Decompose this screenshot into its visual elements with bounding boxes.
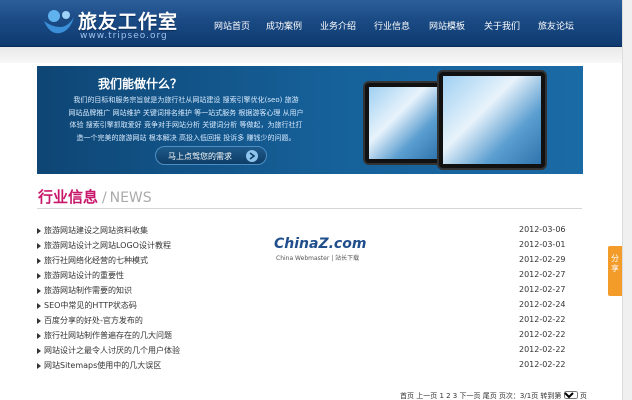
list-item[interactable]: SEO中常见的HTTP状态码 2012-02-24 (37, 299, 567, 313)
pagination-suffix: 页 (579, 392, 587, 400)
chinaz-watermark: ChinaZ.com China Webmaster | 站长下载 (274, 236, 367, 266)
share-tab[interactable]: 分享 (608, 246, 622, 296)
news-title[interactable]: 网站Sitemaps使用中的几大误区 (44, 360, 161, 371)
news-title[interactable]: 旅行社网络化经营的七种模式 (44, 255, 148, 266)
list-item[interactable]: 网站Sitemaps使用中的几大误区 2012-02-22 (37, 359, 567, 373)
news-title[interactable]: 旅游网站制作需要的知识 (44, 285, 132, 296)
triangle-bullet-icon (37, 348, 41, 354)
share-tab-label: 分享 (611, 254, 619, 273)
banner-desc-line: 网站品牌推广 网站维护 关键词排名维护 等一站式服务 根据游客心理 从用户 (68, 108, 304, 117)
section-title-cn: 行业信息 (38, 188, 99, 206)
tablet-image-left (363, 81, 443, 165)
news-title[interactable]: 网站设计之最令人讨厌的几个用户体验 (44, 345, 180, 356)
pagination: 首页 上一页 1 2 3 下一页 尾页 页次：3/1页 转到第 1 页 (400, 391, 587, 400)
watermark-subtitle: China Webmaster | 站长下载 (276, 255, 360, 262)
triangle-bullet-icon (37, 333, 41, 339)
triangle-bullet-icon (37, 228, 41, 234)
promo-banner: 我们能做什么？ 我们的目标和服务宗旨就是为旅行社从网站建设 搜索引擎优化(seo… (37, 66, 583, 174)
news-title[interactable]: SEO中常见的HTTP状态码 (44, 300, 137, 311)
triangle-bullet-icon (37, 243, 41, 249)
section-title: 行业信息 / NEWS (38, 186, 152, 207)
tablet-image-right (437, 70, 547, 170)
triangle-bullet-icon (37, 258, 41, 264)
nav-about[interactable]: 关于我们 (484, 19, 520, 32)
arrow-right-icon (246, 150, 258, 162)
news-date: 2012-03-06 (519, 225, 566, 234)
section-title-slash: / (102, 190, 107, 206)
banner-desc-line: 体验 搜索引擎抓取爱好 竞争对手网站分析 关键词分析 等做起，为旅行社打 (69, 121, 303, 129)
news-title[interactable]: 旅游网站设计之网站LOGO设计教程 (44, 240, 171, 251)
nav-industry-news[interactable]: 行业信息 (374, 19, 410, 32)
banner-title: 我们能做什么？ (98, 77, 183, 91)
banner-desc-line: 我们的目标和服务宗旨就是为旅行社从网站建设 搜索引擎优化(seo) 旅游 (73, 96, 299, 104)
news-date: 2012-02-22 (519, 345, 566, 354)
request-button-label: 马上点驾您的需求 (168, 152, 232, 161)
news-title[interactable]: 旅行社网站制作普遍存在的几大问题 (44, 330, 172, 341)
news-date: 2012-02-24 (519, 300, 566, 309)
main-nav: 网站首页 成功案例 业务介绍 行业信息 网站模板 关于我们 旅友论坛 (0, 19, 632, 33)
list-item[interactable]: 旅行社网站制作普遍存在的几大问题 2012-02-22 (37, 329, 567, 343)
nav-templates[interactable]: 网站模板 (429, 19, 465, 32)
triangle-bullet-icon (37, 288, 41, 294)
banner-desc-line: 造一个完美的旅游网站 根本解决 高投入低回报 投诉多 赚钱少的问题。 (76, 133, 296, 142)
list-item[interactable]: 旅游网站制作需要的知识 2012-02-27 (37, 284, 567, 298)
news-date: 2012-02-27 (519, 285, 566, 294)
banner-description: 我们的目标和服务宗旨就是为旅行社从网站建设 搜索引擎优化(seo) 旅游 网站品… (41, 94, 331, 144)
header-sub-band (0, 47, 632, 63)
news-date: 2012-02-22 (519, 360, 566, 369)
triangle-bullet-icon (37, 363, 41, 369)
news-date: 2012-02-29 (519, 255, 566, 264)
watermark-logo: ChinaZ.com (274, 236, 367, 252)
request-button[interactable]: 马上点驾您的需求 (155, 146, 267, 165)
news-title[interactable]: 百度分享的好处-官方发布的 (44, 315, 143, 326)
news-date: 2012-03-01 (519, 240, 566, 249)
section-title-en: NEWS (109, 190, 152, 206)
vertical-scrollbar[interactable] (622, 0, 632, 400)
nav-cases[interactable]: 成功案例 (266, 19, 302, 32)
nav-forum[interactable]: 旅友论坛 (538, 19, 574, 32)
site-header: 旅友工作室 www.tripseo.org 网站首页 成功案例 业务介绍 行业信… (0, 0, 632, 47)
triangle-bullet-icon (37, 318, 41, 324)
page-select[interactable]: 1 (563, 391, 578, 399)
section-divider (37, 208, 582, 209)
triangle-bullet-icon (37, 273, 41, 279)
nav-services[interactable]: 业务介绍 (320, 19, 356, 32)
news-date: 2012-02-27 (519, 270, 566, 279)
news-title[interactable]: 旅游网站建设之网站资料收集 (44, 225, 148, 236)
pagination-text[interactable]: 首页 上一页 1 2 3 下一页 尾页 页次：3/1页 转到第 (400, 392, 561, 400)
news-title[interactable]: 旅游网站设计的重要性 (44, 270, 124, 281)
news-date: 2012-02-22 (519, 330, 566, 339)
list-item[interactable]: 百度分享的好处-官方发布的 2012-02-22 (37, 314, 567, 328)
nav-home[interactable]: 网站首页 (214, 19, 250, 32)
triangle-bullet-icon (37, 303, 41, 309)
news-date: 2012-02-22 (519, 315, 566, 324)
list-item[interactable]: 旅游网站设计的重要性 2012-02-27 (37, 269, 567, 283)
list-item[interactable]: 网站设计之最令人讨厌的几个用户体验 2012-02-22 (37, 344, 567, 358)
